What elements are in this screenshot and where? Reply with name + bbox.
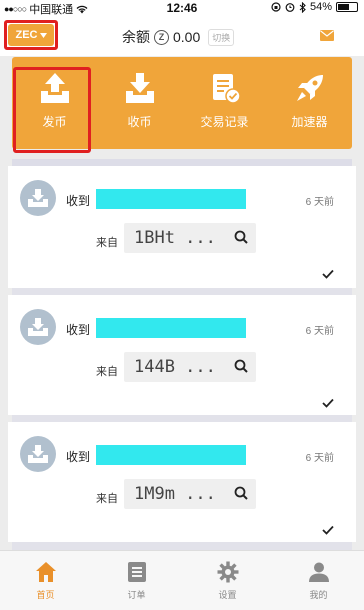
zcash-coin-icon: Z [154,29,169,45]
from-label: 来自 [96,237,118,249]
check-icon [322,269,334,279]
section-divider [12,159,352,166]
from-label: 来自 [96,493,118,505]
accelerator-button[interactable]: 加速器 [267,57,352,149]
send-button-highlight-box [13,67,91,153]
rocket-icon [296,75,323,101]
gear-icon [217,561,238,583]
order-list-icon [127,562,146,582]
download-tray-icon [125,73,154,103]
transaction-type-label: 收到 [66,323,91,337]
bottom-tab-bar: 首页 订单 设置 我的 [0,550,364,610]
from-label: 来自 [96,366,118,378]
from-address-text: 1M9m ... [134,484,216,504]
transaction-type-label: 收到 [66,194,91,208]
status-bar: ●●○○○ 中国联通 12:46 54% [0,0,364,16]
user-icon [308,562,329,582]
transaction-record-icon [212,74,241,104]
mail-icon[interactable] [320,30,334,41]
tab-home-label: 首页 [36,590,55,600]
balance-label: 余额 [122,29,150,45]
transaction-card[interactable]: 收到 6 天前 来自 144B ... [8,295,356,415]
transaction-time: 6 天前 [305,197,334,208]
top-header: ZEC 余额 Z 0.00 切换 [0,16,364,56]
balance-value: 0.00 [173,29,201,45]
check-icon [322,398,334,408]
masked-address-bar [96,189,246,209]
tab-settings[interactable]: 设置 [182,551,273,610]
tab-orders-label: 订单 [127,590,146,600]
search-icon[interactable] [234,486,248,500]
bluetooth-icon [299,1,306,13]
battery-percent: 54% [309,1,332,13]
orientation-lock-icon [271,2,281,12]
transaction-card[interactable]: 收到 6 天前 来自 1BHt ... [8,166,356,288]
transaction-time: 6 天前 [305,326,334,337]
receive-tray-icon [20,436,56,472]
receive-tray-icon [20,180,56,216]
battery-icon [336,2,358,12]
accelerator-label: 加速器 [291,115,328,129]
receive-coin-button[interactable]: 收币 [97,57,182,149]
tab-home[interactable]: 首页 [0,551,91,610]
transaction-card[interactable]: 收到 6 天前 来自 1M9m ... [8,422,356,542]
from-address-box[interactable]: 1BHt ... [124,223,256,253]
tab-me[interactable]: 我的 [273,551,364,610]
from-address-text: 144B ... [134,357,216,377]
from-address-box[interactable]: 1M9m ... [124,479,256,509]
transaction-time: 6 天前 [305,453,334,464]
home-icon [35,562,56,582]
check-icon [322,525,334,535]
tab-settings-label: 设置 [218,590,237,600]
search-icon[interactable] [234,230,248,244]
alarm-icon [285,3,295,12]
from-address-text: 1BHt ... [134,228,216,248]
tab-orders[interactable]: 订单 [91,551,182,610]
receive-coin-label: 收币 [127,115,152,129]
card-separator [12,542,352,550]
transaction-type-label: 收到 [66,450,91,464]
masked-address-bar [96,445,246,465]
transaction-record-button[interactable]: 交易记录 [182,57,267,149]
masked-address-bar [96,318,246,338]
transaction-record-label: 交易记录 [200,115,249,129]
tab-me-label: 我的 [309,590,328,600]
balance-display: 余额 Z 0.00 切换 [122,27,235,47]
search-icon[interactable] [234,359,248,373]
status-bar-right: 54% [271,1,358,13]
receive-tray-icon [20,309,56,345]
coin-selector-highlight-box [4,20,58,50]
switch-button[interactable]: 切换 [208,28,235,46]
from-address-box[interactable]: 144B ... [124,352,256,382]
